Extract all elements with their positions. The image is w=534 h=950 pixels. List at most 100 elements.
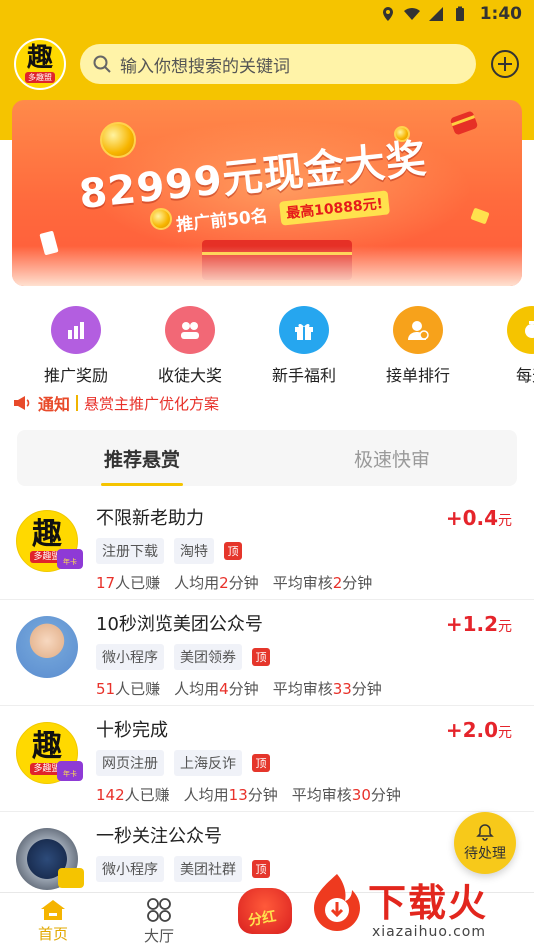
nav-item-hall[interactable]: 大厅 — [106, 893, 212, 950]
nav-label: 大厅 — [143, 927, 174, 945]
top-badge: 顶 — [252, 754, 270, 772]
category-row: 推广奖励 收徒大奖 新手福利 接单排行 每天 — [0, 286, 534, 386]
crown-badge: 年卡 — [57, 761, 83, 781]
grid-icon — [147, 898, 171, 922]
megaphone-icon — [14, 396, 30, 410]
category-item-newbie[interactable]: 新手福利 — [247, 306, 361, 386]
avg-time: 人均用4分钟 — [174, 680, 259, 698]
top-badge: 顶 — [224, 542, 242, 560]
promo-banner[interactable]: 82999元现金大奖 推广前50名 最高10888元! — [12, 100, 522, 286]
bell-icon — [476, 824, 494, 841]
bar-chart-icon — [51, 306, 101, 354]
task-tags: 网页注册 上海反诈 顶 — [96, 750, 512, 776]
user-rank-icon — [393, 306, 443, 354]
crown-badge — [58, 868, 84, 888]
task-reward: +2.0元 — [445, 718, 512, 742]
tab-fast-review[interactable]: 极速快审 — [267, 430, 517, 486]
task-tags: 注册下载 淘特 顶 — [96, 538, 512, 564]
avatar-text: 趣 — [32, 729, 62, 764]
task-tag: 美团社群 — [174, 856, 242, 882]
task-tag: 微小程序 — [96, 644, 164, 670]
task-tabs: 推荐悬赏 极速快审 — [17, 430, 517, 486]
review-time: 平均审核30分钟 — [291, 786, 401, 804]
gift-icon — [279, 306, 329, 354]
category-label: 收徒大奖 — [157, 366, 222, 385]
notice-label: 通知 — [38, 395, 71, 414]
task-reward: +0.4元 — [445, 506, 512, 530]
category-label: 每天 — [515, 366, 534, 385]
search-input[interactable]: 输入你想搜索的关键词 — [80, 44, 476, 84]
task-tag: 微小程序 — [96, 856, 164, 882]
avatar — [16, 616, 78, 678]
header: 趣 多趣盟 输入你想搜索的关键词 — [0, 28, 534, 100]
task-tag: 网页注册 — [96, 750, 164, 776]
location-icon — [382, 7, 393, 21]
coin-decoration — [100, 122, 136, 158]
task-tag: 美团领券 — [174, 644, 242, 670]
category-label: 新手福利 — [271, 366, 336, 385]
pending-button[interactable]: 待处理 — [454, 812, 516, 874]
watermark-url: xiazaihuo.com — [372, 924, 486, 940]
search-icon — [93, 55, 111, 73]
app-logo[interactable]: 趣 多趣盟 — [14, 38, 66, 90]
watermark: 下载火 xiazaihuo.com — [306, 868, 528, 948]
category-label: 推广奖励 — [43, 366, 108, 385]
tab-label: 推荐悬赏 — [103, 448, 180, 471]
avatar: 趣 多趣盟 年卡 — [16, 722, 83, 784]
pending-label: 待处理 — [464, 846, 506, 862]
notice-text[interactable]: 悬赏主推广优化方案 — [84, 393, 219, 414]
avatar: 趣 多趣盟 年卡 — [16, 510, 83, 572]
dividend-button[interactable]: 分红 — [234, 882, 296, 942]
avg-time: 人均用13分钟 — [183, 786, 278, 804]
category-label: 接单排行 — [385, 366, 450, 385]
task-tag: 上海反诈 — [174, 750, 242, 776]
flame-logo-icon — [314, 874, 360, 931]
review-time: 平均审核2分钟 — [272, 574, 373, 592]
logo-text: 趣 — [26, 43, 53, 73]
task-stats: 142人已赚 人均用13分钟 平均审核30分钟 — [96, 784, 512, 805]
task-reward: +1.2元 — [445, 612, 512, 636]
task-stats: 17人已赚 人均用2分钟 平均审核2分钟 — [96, 572, 512, 593]
earned-count: 17人已赚 — [96, 574, 161, 592]
task-item[interactable]: 趣 多趣盟 年卡 十秒完成 网页注册 上海反诈 顶 142人已赚 人均用13分钟… — [0, 706, 534, 812]
status-bar: 1:40 — [0, 0, 534, 28]
notice-bar[interactable]: 通知 悬赏主推广优化方案 — [0, 386, 534, 420]
category-item-ranking[interactable]: 接单排行 — [361, 306, 475, 386]
search-placeholder: 输入你想搜索的关键词 — [120, 56, 290, 77]
wifi-icon — [403, 7, 420, 20]
logo-subtext: 多趣盟 — [25, 72, 55, 83]
nav-label: 首页 — [37, 925, 68, 943]
earned-count: 51人已赚 — [96, 680, 161, 698]
status-time: 1:40 — [479, 4, 522, 24]
review-time: 平均审核33分钟 — [272, 680, 382, 698]
banner-container: 82999元现金大奖 推广前50名 最高10888元! — [0, 100, 534, 286]
nav-item-home[interactable]: 首页 — [0, 893, 106, 950]
task-list: 趣 多趣盟 年卡 不限新老助力 注册下载 淘特 顶 17人已赚 人均用2分钟 平… — [0, 494, 534, 918]
category-item-promo-reward[interactable]: 推广奖励 — [19, 306, 133, 386]
avatar-text: 趣 — [32, 517, 62, 552]
category-item-apprentice[interactable]: 收徒大奖 — [133, 306, 247, 386]
red-packet-decoration — [449, 110, 479, 136]
daily-icon — [507, 306, 534, 354]
task-tag: 淘特 — [174, 538, 214, 564]
plus-circle-icon[interactable] — [490, 49, 520, 79]
task-tag: 注册下载 — [96, 538, 164, 564]
top-badge: 顶 — [252, 648, 270, 666]
tab-recommended[interactable]: 推荐悬赏 — [17, 430, 267, 486]
home-icon — [41, 900, 65, 920]
task-item[interactable]: 趣 多趣盟 年卡 不限新老助力 注册下载 淘特 顶 17人已赚 人均用2分钟 平… — [0, 494, 534, 600]
category-item-daily[interactable]: 每天 — [475, 306, 534, 386]
ticket-decoration — [470, 207, 490, 225]
top-badge: 顶 — [252, 860, 270, 878]
task-item[interactable]: 10秒浏览美团公众号 微小程序 美团领券 顶 51人已赚 人均用4分钟 平均审核… — [0, 600, 534, 706]
earned-count: 142人已赚 — [96, 786, 170, 804]
group-icon — [165, 306, 215, 354]
avatar — [16, 828, 84, 890]
tab-label: 极速快审 — [353, 448, 430, 471]
task-title: 一秒关注公众号 — [96, 826, 222, 847]
tab-underline — [101, 483, 183, 486]
banner-fade — [12, 246, 522, 286]
watermark-title: 下载火 — [368, 881, 489, 925]
battery-icon — [455, 6, 464, 21]
task-tags: 微小程序 美团领券 顶 — [96, 644, 512, 670]
